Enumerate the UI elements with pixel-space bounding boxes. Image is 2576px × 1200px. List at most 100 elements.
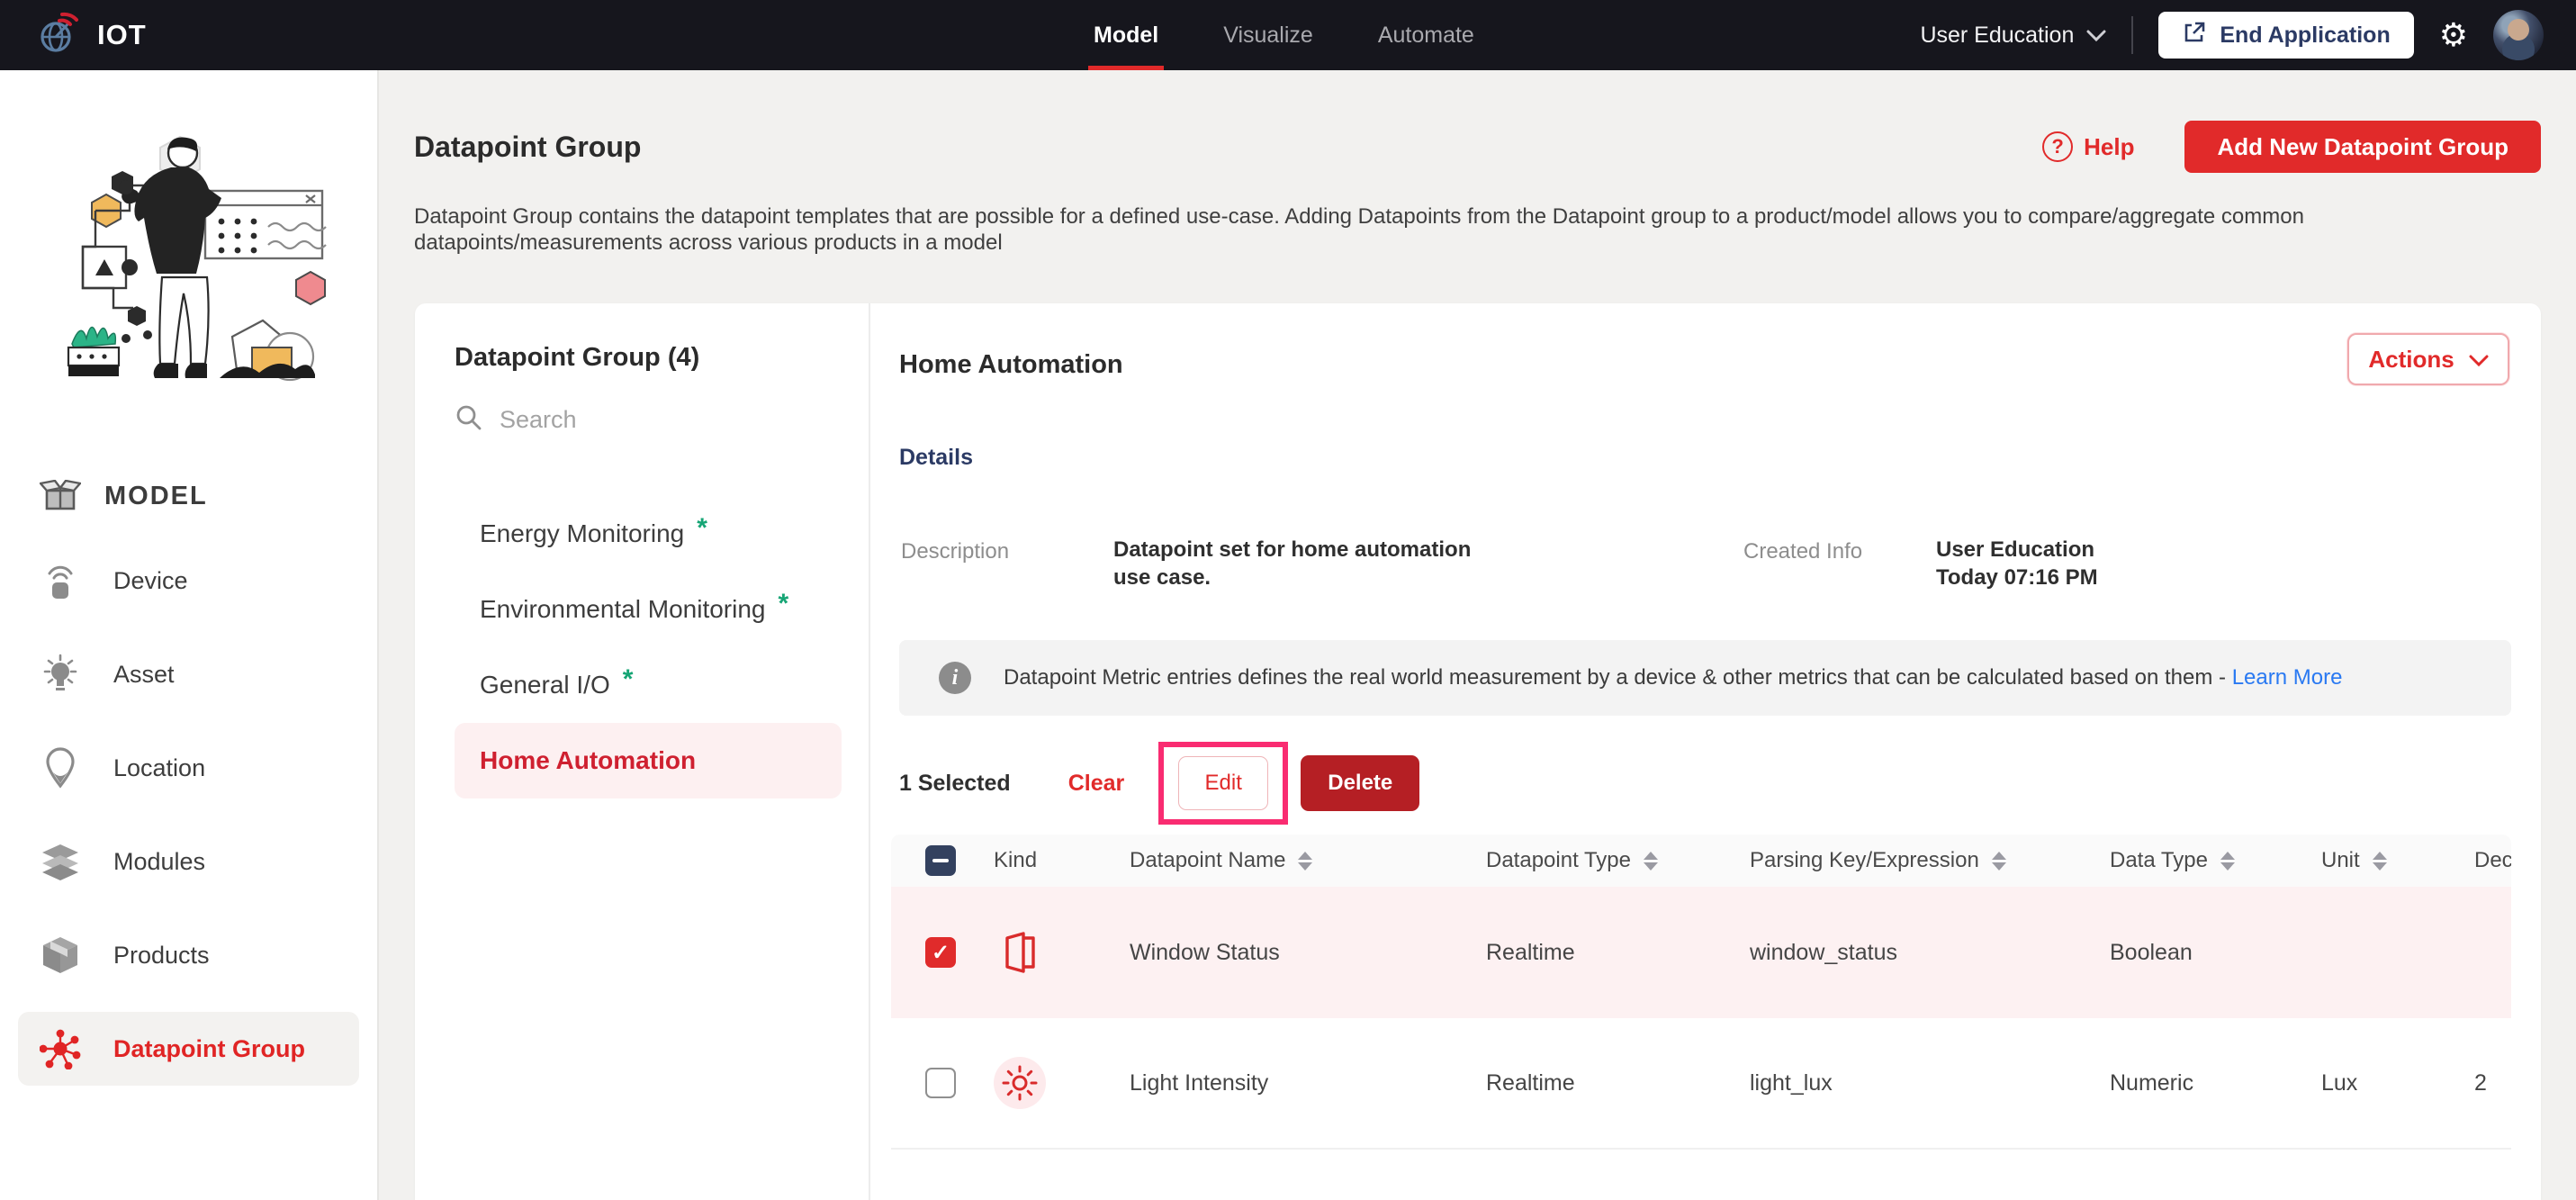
- primary-nav: Model Visualize Automate: [1094, 0, 1474, 70]
- chevron-down-icon: [2086, 23, 2106, 49]
- group-item-label: General I/O: [480, 671, 610, 699]
- sort-icon[interactable]: [2373, 852, 2387, 871]
- row-checkbox-checked[interactable]: ✓: [925, 937, 956, 968]
- unsaved-asterisk: *: [697, 513, 707, 544]
- details-section-title: Details: [899, 445, 2511, 471]
- top-navbar: IOT Model Visualize Automate User Educat…: [0, 0, 2576, 70]
- sidebar-section-label: MODEL: [104, 482, 208, 511]
- settings-gear-icon[interactable]: ⚙: [2439, 19, 2468, 51]
- table-header-row: Kind Datapoint Name Datapoint Type Parsi…: [891, 835, 2511, 887]
- app-window: IOT Model Visualize Automate User Educat…: [0, 0, 2576, 1200]
- edit-button-highlight-annotation: Edit: [1158, 742, 1288, 825]
- brand: IOT: [0, 10, 378, 61]
- cell-datapoint-type: Realtime: [1486, 940, 1750, 966]
- sidebar-item-label: Location: [113, 754, 205, 782]
- cell-unit: Lux: [2321, 1070, 2474, 1096]
- end-application-button[interactable]: End Application: [2158, 12, 2413, 59]
- info-icon: i: [939, 662, 971, 694]
- column-kind[interactable]: Kind: [981, 848, 1130, 873]
- group-item-label: Energy Monitoring: [480, 519, 684, 548]
- chevron-down-icon: [2469, 346, 2489, 374]
- navbar-right: User Education End Application ⚙: [1920, 0, 2544, 70]
- delete-button[interactable]: Delete: [1301, 755, 1419, 811]
- sidebar-item-label: Modules: [113, 848, 205, 876]
- user-avatar[interactable]: [2493, 10, 2544, 60]
- table-row-light-intensity[interactable]: Light Intensity Realtime light_lux Numer…: [891, 1018, 2511, 1150]
- window-open-icon: [994, 926, 1046, 979]
- search-input[interactable]: [500, 406, 842, 434]
- info-banner-text: Datapoint Metric entries defines the rea…: [1004, 665, 2226, 690]
- nav-tab-automate[interactable]: Automate: [1378, 0, 1474, 70]
- nav-tab-model[interactable]: Model: [1094, 0, 1158, 70]
- group-item-label: Environmental Monitoring: [480, 595, 766, 624]
- column-label: Datapoint Type: [1486, 848, 1631, 873]
- actions-button[interactable]: Actions: [2347, 333, 2509, 385]
- detail-title: Home Automation: [899, 350, 2511, 380]
- nav-tab-visualize[interactable]: Visualize: [1223, 0, 1313, 70]
- column-datapoint-name[interactable]: Datapoint Name: [1130, 848, 1486, 873]
- cell-data-type: Numeric: [2110, 1070, 2321, 1096]
- group-item-label: Home Automation: [480, 746, 696, 775]
- table-row-window-status[interactable]: ✓ Window Status Realtime window_stat: [891, 887, 2511, 1018]
- selected-count: 1 Selected: [899, 771, 1011, 797]
- sidebar-item-asset[interactable]: Asset: [18, 637, 359, 711]
- cell-data-type: Boolean: [2110, 940, 2321, 966]
- edit-button[interactable]: Edit: [1178, 756, 1268, 810]
- sidebar-item-label: Datapoint Group: [113, 1035, 305, 1063]
- column-decimals[interactable]: Dec: [2474, 848, 2511, 873]
- main-content: Datapoint Group ? Help Add New Datapoint…: [379, 70, 2576, 1200]
- group-item-general-io[interactable]: General I/O *: [455, 647, 842, 723]
- add-new-datapoint-group-button[interactable]: Add New Datapoint Group: [2184, 121, 2541, 173]
- datapoint-group-cluster-icon: [40, 1028, 81, 1069]
- column-data-type[interactable]: Data Type: [2110, 848, 2321, 873]
- cell-datapoint-name: Light Intensity: [1130, 1070, 1486, 1096]
- sidebar-item-datapoint-group[interactable]: Datapoint Group: [18, 1012, 359, 1086]
- created-info-label: Created Info: [1743, 539, 1862, 564]
- details-meta: Description Datapoint set for home autom…: [899, 536, 2511, 595]
- column-label: Parsing Key/Expression: [1750, 848, 1979, 873]
- products-box-icon: [40, 935, 81, 975]
- column-label: Datapoint Name: [1130, 848, 1285, 873]
- sidebar-item-products[interactable]: Products: [18, 918, 359, 992]
- left-sidebar: MODEL Device: [0, 70, 379, 1200]
- nav-divider: [2131, 16, 2133, 54]
- column-label: Unit: [2321, 848, 2360, 873]
- help-question-icon: ?: [2042, 131, 2073, 162]
- sort-icon[interactable]: [1644, 852, 1658, 871]
- sort-icon[interactable]: [2220, 852, 2235, 871]
- group-item-home-automation[interactable]: Home Automation: [455, 723, 842, 798]
- sidebar-item-label: Asset: [113, 661, 175, 689]
- help-link[interactable]: ? Help: [2042, 131, 2134, 162]
- cell-datapoint-type: Realtime: [1486, 1070, 1750, 1096]
- column-parsing-key[interactable]: Parsing Key/Expression: [1750, 848, 2110, 873]
- iot-globe-logo-icon: [34, 10, 81, 61]
- select-all-checkbox[interactable]: [925, 845, 956, 876]
- detail-panel: Home Automation Actions Details Descript…: [870, 303, 2542, 1200]
- asset-bulb-icon: [40, 654, 81, 695]
- sidebar-illustration: [36, 112, 342, 409]
- workspace-selector[interactable]: User Education: [1920, 23, 2106, 49]
- group-item-energy-monitoring[interactable]: Energy Monitoring *: [455, 496, 842, 572]
- cell-parsing-key: window_status: [1750, 940, 2110, 966]
- info-banner: i Datapoint Metric entries defines the r…: [899, 640, 2511, 716]
- datapoint-group-card: Datapoint Group (4) Energy Monitoring *: [415, 303, 2541, 1200]
- row-checkbox-unchecked[interactable]: [925, 1068, 956, 1098]
- learn-more-link[interactable]: Learn More: [2232, 665, 2343, 690]
- sort-icon[interactable]: [1992, 852, 2006, 871]
- description-value: Datapoint set for home automation use ca…: [1113, 536, 1500, 591]
- group-item-environmental-monitoring[interactable]: Environmental Monitoring *: [455, 572, 842, 647]
- sidebar-item-device[interactable]: Device: [18, 544, 359, 618]
- column-datapoint-type[interactable]: Datapoint Type: [1486, 848, 1750, 873]
- cell-datapoint-name: Window Status: [1130, 940, 1486, 966]
- location-pin-icon: [40, 747, 81, 789]
- column-unit[interactable]: Unit: [2321, 848, 2474, 873]
- group-list-title: Datapoint Group (4): [455, 343, 842, 373]
- clear-selection-button[interactable]: Clear: [1068, 771, 1125, 797]
- sidebar-item-label: Device: [113, 567, 188, 595]
- sidebar-item-location[interactable]: Location: [18, 731, 359, 805]
- sort-icon[interactable]: [1298, 852, 1312, 871]
- sun-icon: [994, 1057, 1046, 1109]
- page-description: Datapoint Group contains the datapoint t…: [414, 203, 2511, 256]
- unsaved-asterisk: *: [623, 664, 634, 695]
- sidebar-item-modules[interactable]: Modules: [18, 825, 359, 898]
